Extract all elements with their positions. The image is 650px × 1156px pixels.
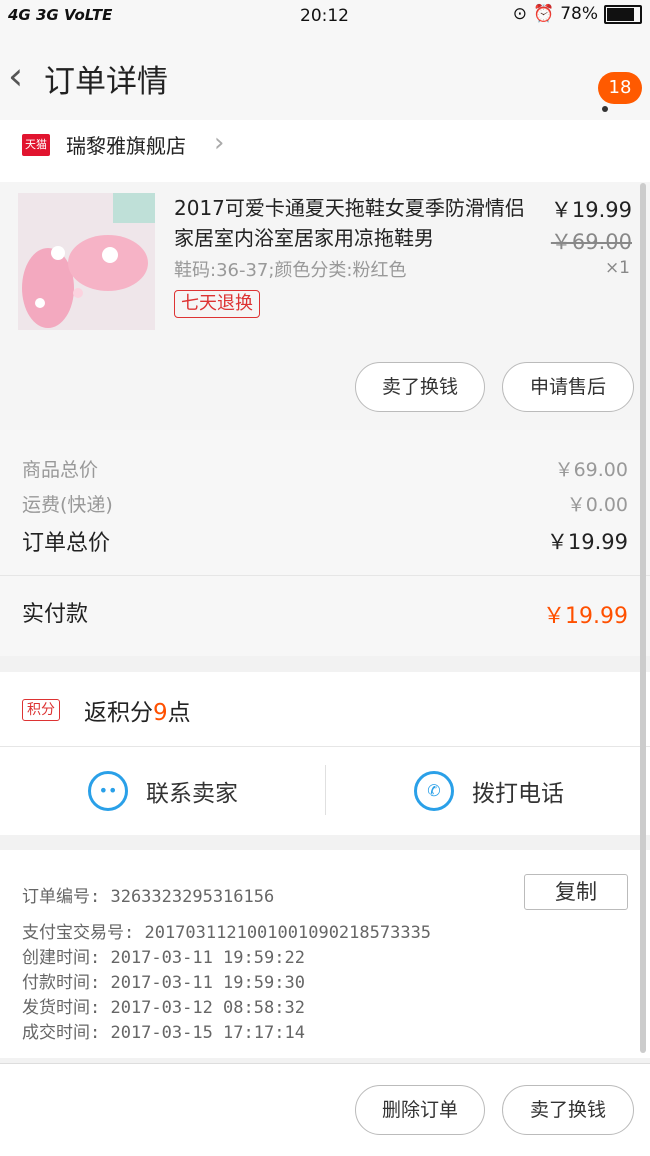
alarm-icon: ⏰ [533, 4, 555, 24]
points-prefix: 返积分 [84, 700, 153, 726]
lock-rotation-icon: ⊙ [512, 4, 528, 24]
tmall-icon: 天猫 [22, 134, 50, 156]
goods-total-value: ￥69.00 [554, 459, 628, 481]
shipping-value: ￥0.00 [566, 494, 628, 516]
order-number[interactable]: 订单编号: 3263323295316156 [22, 882, 274, 907]
delete-order-button[interactable]: 删除订单 [355, 1085, 485, 1135]
points-amount: 9 [153, 700, 168, 726]
resell-bottom-button[interactable]: 卖了换钱 [502, 1085, 634, 1135]
status-bar: 4G 3G VoLTE 20:12 ⊙ ⏰ 78% [0, 0, 650, 34]
page-title: 订单详情 [44, 64, 168, 100]
clock: 20:12 [300, 6, 349, 26]
phone-icon: ✆ [414, 771, 454, 811]
goods-total-label: 商品总价 [22, 459, 99, 481]
divider [0, 575, 650, 576]
alipay-trade-number: 支付宝交易号: 2017031121001001090218573335 [22, 923, 432, 943]
after-sales-button[interactable]: 申请售后 [502, 362, 634, 412]
product-title[interactable]: 2017可爱卡通夏天拖鞋女夏季防滑情侣家居室内浴室居家用凉拖鞋男 [174, 193, 534, 253]
notification-badge[interactable]: 18 [598, 72, 642, 104]
points-text: 返积分9点 [84, 693, 191, 727]
nav-header: ‹ 订单详情 18 [0, 34, 650, 120]
product-spec: 鞋码:36-37;颜色分类:粉红色 [174, 260, 407, 281]
order-total-label: 订单总价 [22, 531, 111, 556]
network-indicator: 4G 3G VoLTE [8, 6, 113, 24]
resell-button[interactable]: 卖了换钱 [355, 362, 485, 412]
order-item[interactable]: 2017可爱卡通夏天拖鞋女夏季防滑情侣家居室内浴室居家用凉拖鞋男 ￥19.99 … [0, 182, 650, 430]
shipped-time: 发货时间: 2017-03-12 08:58:32 [22, 998, 305, 1018]
paid-time: 付款时间: 2017-03-11 19:59:30 [22, 973, 305, 993]
call-phone-label: 拨打电话 [472, 781, 564, 807]
order-info: 订单编号: 3263323295316156 复制 支付宝交易号: 201703… [0, 850, 650, 1058]
product-thumbnail[interactable] [18, 193, 155, 330]
paid-value: ￥19.99 [543, 604, 628, 629]
battery-text: 78% [560, 4, 598, 24]
product-quantity: ×1 [604, 258, 630, 278]
original-price: ￥69.00 [550, 230, 632, 254]
back-arrow-icon[interactable]: ‹ [8, 54, 23, 98]
shipping-label: 运费(快递) [22, 494, 113, 516]
points-suffix: 点 [167, 700, 191, 726]
contact-bar: •• 联系卖家 ✆ 拨打电话 [0, 746, 650, 835]
call-phone-button[interactable]: ✆ 拨打电话 [414, 771, 564, 811]
seven-day-return-tag: 七天退换 [174, 290, 260, 318]
copy-button[interactable]: 复制 [524, 874, 628, 910]
contact-seller-label: 联系卖家 [146, 781, 238, 807]
store-row[interactable]: 天猫 瑞黎雅旗舰店 › [0, 120, 650, 182]
store-name[interactable]: 瑞黎雅旗舰店 [66, 130, 186, 159]
price-summary: 商品总价 ￥69.00 运费(快递) ￥0.00 订单总价 ￥19.99 实付款… [0, 430, 650, 656]
scrollbar[interactable] [640, 183, 646, 1053]
status-right: ⊙ ⏰ 78% [513, 4, 642, 24]
bottom-action-bar: 删除订单 卖了换钱 [0, 1063, 650, 1156]
created-time: 创建时间: 2017-03-11 19:59:22 [22, 948, 305, 968]
chat-face-icon: •• [88, 771, 128, 811]
paid-label: 实付款 [22, 602, 89, 627]
order-total-value: ￥19.99 [546, 530, 628, 554]
chevron-right-icon: › [214, 128, 225, 158]
points-tag: 积分 [22, 699, 60, 721]
completed-time: 成交时间: 2017-03-15 17:17:14 [22, 1023, 305, 1043]
points-row: 积分 返积分9点 [0, 672, 650, 746]
divider [325, 765, 326, 815]
product-price: ￥19.99 [550, 198, 632, 222]
battery-icon [604, 4, 642, 24]
more-menu-icon[interactable] [600, 102, 610, 116]
contact-seller-button[interactable]: •• 联系卖家 [88, 771, 238, 811]
